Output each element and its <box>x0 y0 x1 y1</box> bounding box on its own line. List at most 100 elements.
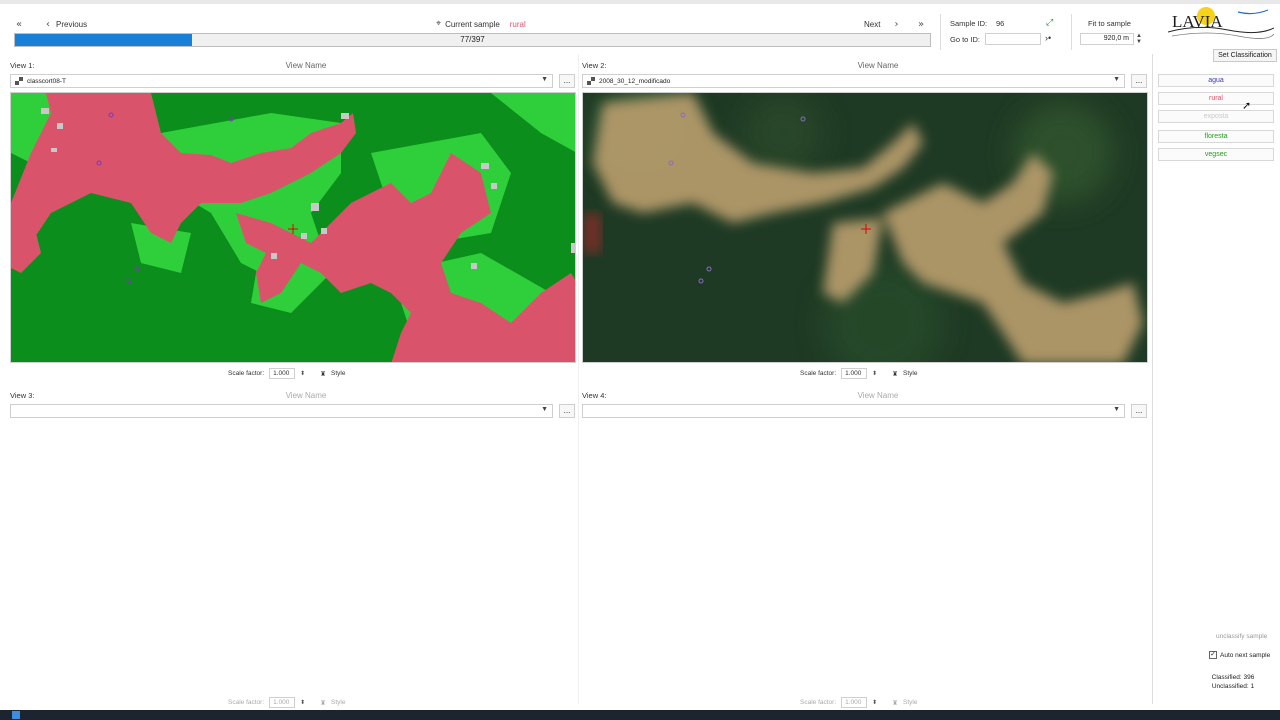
paintbrush-icon[interactable]: ♜ <box>320 699 326 707</box>
sample-id-value: 96 <box>996 19 1005 28</box>
lavia-logo: LAVIA <box>1167 6 1275 44</box>
class-button-exposta[interactable]: exposta <box>1158 110 1274 123</box>
class-button-floresta[interactable]: floresta <box>1158 130 1274 143</box>
view4-scale-row: Scale factor: 1.000 ⬍ ♜ Style <box>800 697 917 708</box>
toolbar-separator <box>1071 14 1072 50</box>
view4-scale-label: Scale factor: <box>800 699 837 706</box>
spinner-arrows-icon[interactable]: ⬍ <box>872 370 877 377</box>
goto-id-input[interactable] <box>985 33 1041 45</box>
fit-to-sample-button[interactable]: Fit to sample <box>1088 19 1131 28</box>
current-sample-class: rural <box>509 19 526 29</box>
chevron-right-icon: › <box>894 18 899 30</box>
windows-start-icon[interactable] <box>12 711 20 719</box>
class-label-rural: rural <box>1208 95 1223 102</box>
right-panel-separator <box>1152 54 1153 704</box>
chevron-left-icon: ‹ <box>46 18 50 30</box>
view1-scale-row: Scale factor: 1.000 ⬍ ♜ Style <box>228 368 345 379</box>
last-sample-button[interactable]: » <box>918 16 924 32</box>
window-title-strip <box>0 0 1280 4</box>
view3-scale-row: Scale factor: 1.000 ⬍ ♜ Style <box>228 697 345 708</box>
spinner-arrows-icon[interactable]: ⬍ <box>300 370 305 377</box>
sample-progress-bar: 77/397 <box>14 33 931 47</box>
view1-scale-label: Scale factor: <box>228 370 265 377</box>
view2-scale-label: Scale factor: <box>800 370 837 377</box>
view2-layer-name: 2008_30_12_modificado <box>599 77 671 85</box>
view2-scale-row: Scale factor: 1.000 ⬍ ♜ Style <box>800 368 917 379</box>
view2-satellite-map[interactable] <box>582 92 1148 363</box>
logo-text: LAVIA <box>1172 12 1223 31</box>
go-arrow-icon[interactable]: ›• <box>1045 33 1051 43</box>
view4-name: View Name <box>857 391 899 400</box>
previous-label: Previous <box>56 19 88 29</box>
view2-more-button[interactable]: ... <box>1131 74 1147 88</box>
class-button-rural[interactable]: rural <box>1158 92 1274 105</box>
view1-layer-select[interactable]: classcort08-T ▼ <box>10 74 553 88</box>
first-sample-button[interactable]: « <box>16 16 22 32</box>
previous-button[interactable]: ‹ Previous <box>46 16 87 32</box>
chevron-down-icon: ▼ <box>1113 406 1120 413</box>
auto-next-toggle[interactable]: ✓ Auto next sample <box>1209 651 1270 659</box>
toolbar-separator <box>940 14 941 50</box>
next-button[interactable]: Next › <box>864 16 898 32</box>
spinner-arrows-icon[interactable]: ⬍ <box>300 699 305 706</box>
spinner-arrows-icon[interactable]: ⬍ <box>872 699 877 706</box>
auto-next-label: Auto next sample <box>1220 651 1271 659</box>
view4-scale-input[interactable]: 1.000 <box>841 697 868 708</box>
mouse-cursor-icon: ➚ <box>1242 100 1252 112</box>
view1-classification-map[interactable] <box>10 92 576 363</box>
class-label-agua: agua <box>1208 77 1224 84</box>
unclassify-sample-button[interactable]: unclassify sample <box>1216 633 1267 640</box>
fit-distance-spinner-icon[interactable]: ▲ ▼ <box>1136 33 1142 45</box>
view3-style-button[interactable]: Style <box>331 699 345 706</box>
class-button-agua[interactable]: agua <box>1158 74 1274 87</box>
zoom-to-sample-icon[interactable]: ⤢ <box>1046 17 1053 28</box>
view1-layer-name: classcort08-T <box>27 77 67 85</box>
progress-text: 77/397 <box>460 35 485 44</box>
current-sample-button[interactable]: ⌖ Current sample rural <box>436 16 526 32</box>
unclassified-count: Unclassified: 1 <box>1211 683 1255 690</box>
fit-distance-input[interactable]: 920,0 m <box>1080 33 1134 45</box>
view1-name: View Name <box>285 61 327 70</box>
goto-id-label: Go to ID: <box>950 35 981 44</box>
view3-name: View Name <box>285 391 327 400</box>
view3-layer-select[interactable]: ▼ <box>10 404 553 418</box>
paintbrush-icon[interactable]: ♜ <box>892 370 898 378</box>
view3-scale-label: Scale factor: <box>228 699 265 706</box>
raster-layer-icon <box>587 77 595 85</box>
classified-count: Classified: 396 <box>1211 674 1255 681</box>
set-classification-button[interactable]: Set Classification <box>1213 49 1277 62</box>
view2-name: View Name <box>857 61 899 70</box>
chevron-down-icon: ▼ <box>541 76 548 83</box>
os-taskbar <box>0 710 1280 720</box>
class-label-vegsec: vegsec <box>1204 151 1228 158</box>
chevron-down-icon: ▼ <box>541 406 548 413</box>
crosshair-icon: ⌖ <box>436 19 442 29</box>
views-splitter-vertical[interactable] <box>578 54 579 704</box>
view4-style-button[interactable]: Style <box>903 699 917 706</box>
view2-scale-input[interactable]: 1.000 <box>841 368 868 379</box>
checkbox-checked-icon[interactable]: ✓ <box>1209 651 1217 659</box>
view4-more-button[interactable]: ... <box>1131 404 1147 418</box>
view4-layer-select[interactable]: ▼ <box>582 404 1125 418</box>
view2-style-button[interactable]: Style <box>903 370 917 377</box>
paintbrush-icon[interactable]: ♜ <box>892 699 898 707</box>
classification-counts: Classified: 396 Unclassified: 1 <box>1203 673 1263 691</box>
paintbrush-icon[interactable]: ♜ <box>320 370 326 378</box>
sample-id-label: Sample ID: <box>950 19 988 28</box>
view3-scale-input[interactable]: 1.000 <box>269 697 296 708</box>
view1-more-button[interactable]: ... <box>559 74 575 88</box>
double-chevron-right-icon: » <box>918 18 925 30</box>
class-label-floresta: floresta <box>1204 133 1228 140</box>
double-chevron-left-icon: « <box>16 18 23 30</box>
chevron-down-icon: ▼ <box>1113 76 1120 83</box>
class-button-vegsec[interactable]: vegsec <box>1158 148 1274 161</box>
next-label: Next <box>864 19 881 29</box>
view3-more-button[interactable]: ... <box>559 404 575 418</box>
view1-scale-input[interactable]: 1.000 <box>269 368 296 379</box>
class-label-exposta: exposta <box>1203 113 1229 120</box>
current-sample-label: Current sample <box>445 19 500 29</box>
view1-style-button[interactable]: Style <box>331 370 345 377</box>
app-window: « ‹ Previous ⌖ Current sample rural Next… <box>0 0 1280 710</box>
raster-layer-icon <box>15 77 23 85</box>
view2-layer-select[interactable]: 2008_30_12_modificado ▼ <box>582 74 1125 88</box>
